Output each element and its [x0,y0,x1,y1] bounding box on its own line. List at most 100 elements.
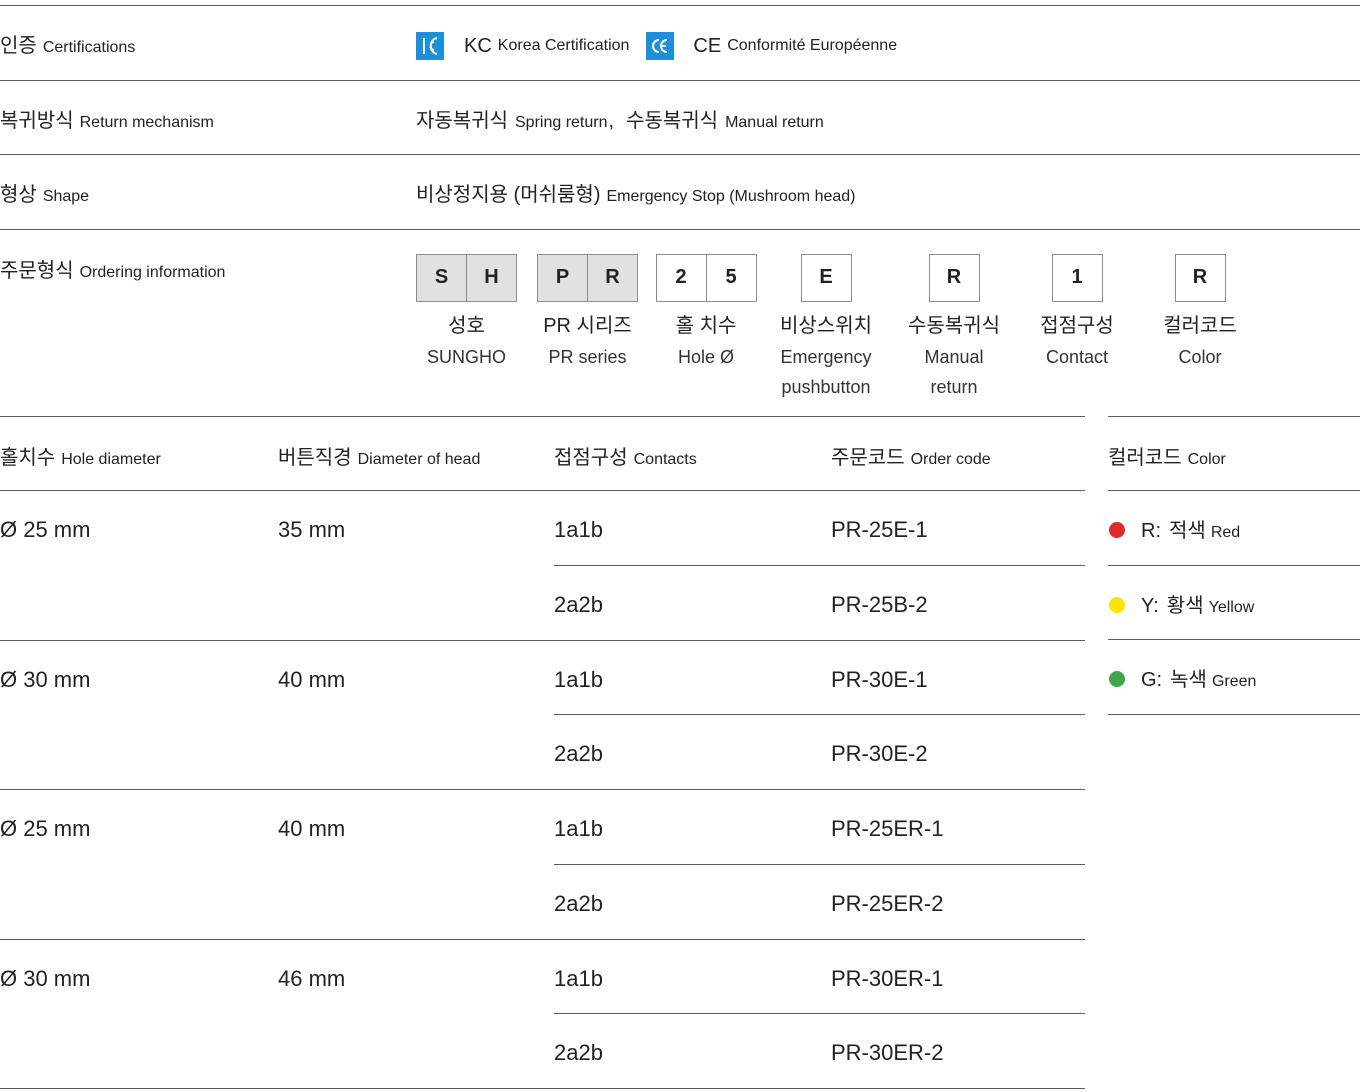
segment-label-ko: 접점구성 [1040,314,1114,337]
code-box: 2 [655,253,707,302]
color-name-ko: 황색 [1166,594,1204,617]
color-code: Y: [1141,594,1159,617]
value-en: Manual return [725,113,824,131]
variant-list: 1a1b PR-25E-1 2a2b PR-25B-2 [554,491,1085,640]
header-hole-diameter: 홀치수 Hole diameter [0,445,161,473]
segment-label-en: Emergency [780,346,872,367]
segment-label-ko: 컬러코드 [1163,314,1237,337]
header-ko: 컬러코드 [1108,447,1182,469]
spec-label-en: Shape [42,188,90,205]
value-ko: 수동복귀식 [626,109,719,132]
cert-name: Conformité Européenne [727,37,898,54]
spec-label-ko: 주문형식 [0,259,74,282]
table-row: 2a2b PR-25B-2 [554,566,1085,641]
segment-label-en: pushbutton [781,376,871,397]
segment-label-ko: 성호 [448,314,485,337]
color-name-en: Red [1210,524,1241,541]
contacts-cell: 2a2b [554,890,603,916]
order-code-cell: PR-25B-2 [831,591,928,617]
contacts-cell: 2a2b [554,741,603,766]
spec-label-en: Ordering information [79,263,226,281]
hole-diameter-cell: Ø 25 mm [0,517,91,542]
spec-row-certifications: 인증 Certifications KC Korea Certification [0,6,1360,81]
code-boxes: 1 [1007,253,1147,302]
contacts-cell: 1a1b [554,965,603,991]
table-row-group: Ø 30 mm 46 mm 1a1b PR-30ER-1 2a2b PR-30E… [0,940,1085,1089]
color-item: G: 녹색 Green [1108,667,1256,695]
code-box: R [928,253,980,302]
segment-label-en: return [930,376,978,397]
green-dot-icon [1109,671,1125,687]
spec-row-shape: 형상 Shape 비상정지용 (머쉬룸형) Emergency Stop (Mus… [0,155,1360,230]
header-ko: 버튼직경 [278,447,352,469]
value-separator: , [608,109,615,132]
variant-list: 1a1b PR-30ER-1 2a2b PR-30ER-2 [554,940,1085,1089]
variant-list: 1a1b PR-25ER-1 2a2b PR-25ER-2 [554,790,1085,939]
red-dot-icon [1109,522,1125,538]
table-row-group: Ø 30 mm 40 mm 1a1b PR-30E-1 2a2b PR-30E-… [0,641,1085,790]
head-diameter-cell: 46 mm [278,965,346,991]
order-code-cell: PR-30ER-1 [831,965,944,991]
color-table-header: 컬러코드 Color [1108,416,1360,491]
color-item: R: 적색 Red [1108,518,1240,546]
cert-name: Korea Certification [497,37,630,54]
contacts-cell: 1a1b [554,517,603,542]
code-box: P [537,253,588,302]
code-box: E [800,253,852,302]
segment-label-ko: 수동복귀식 [908,314,1000,337]
header-en: Diameter of head [357,451,481,468]
table-row: 2a2b PR-30ER-2 [554,1014,1085,1089]
color-name-ko: 적색 [1169,520,1206,542]
order-segment-return: R 수동복귀식 Manual return [884,253,1024,402]
shape-value: 비상정지용 (머쉬룸형) Emergency Stop (Mushroom he… [416,182,855,208]
table-row: 1a1b PR-30E-1 [554,641,1085,715]
segment-label-ko: 홀 치수 [675,314,737,337]
segment-label-en: Contact [1045,346,1109,367]
contacts-cell: 2a2b [554,591,603,617]
head-diameter-cell: 35 mm [278,517,346,542]
header-order-code: 주문코드 Order code [831,445,991,473]
spec-label: 복귀방식 Return mechanism [0,108,214,136]
order-segment-color: R 컬러코드 Color [1130,253,1270,372]
spec-label: 인증 Certifications [0,33,135,61]
color-code: R: [1141,520,1161,542]
color-item: Y: 황색 Yellow [1108,593,1254,621]
code-boxes: R [1130,253,1270,302]
header-color: 컬러코드 Color [1108,445,1226,473]
color-name-ko: 녹색 [1170,669,1207,691]
contacts-cell: 1a1b [554,816,603,841]
table-row: 2a2b PR-30E-2 [554,715,1085,790]
certifications-value: KC Korea Certification CE Conformité Eur… [416,27,897,65]
header-en: Order code [910,451,991,468]
segment-label-en: Hole Ø [677,346,735,367]
hole-diameter-cell: Ø 30 mm [0,666,91,692]
color-row-yellow: Y: 황색 Yellow [1108,566,1360,640]
code-box: R [587,253,638,302]
hole-diameter-cell: Ø 25 mm [0,816,91,841]
return-mechanism-value: 자동복귀식 Spring return , 수동복귀식 Manual retur… [416,108,824,134]
yellow-dot-icon [1109,596,1125,613]
table-row: 1a1b PR-25E-1 [554,491,1085,566]
cert-code: KC [464,35,492,57]
table-row: 2a2b PR-25ER-2 [554,865,1085,940]
table-header: 홀치수 Hole diameter 버튼직경 Diameter of head 접점… [0,416,1085,491]
kc-mark-icon [416,32,444,60]
spec-label-en: Certifications [42,39,136,56]
color-name-en: Green [1211,673,1257,690]
header-ko: 홀치수 [0,447,56,469]
spec-list: 인증 Certifications KC Korea Certification [0,5,1360,416]
color-row-green: G: 녹색 Green [1108,640,1360,715]
code-boxes: 2 5 [636,253,776,302]
order-code-cell: PR-25E-1 [831,517,928,542]
header-en: Color [1187,451,1226,468]
spec-label-en: Return mechanism [79,113,214,131]
color-row-red: R: 적색 Red [1108,491,1360,566]
table-row: 1a1b PR-30ER-1 [554,940,1085,1014]
code-box: S [416,253,467,302]
value-ko: 비상정지용 (머쉬룸형) [416,184,601,206]
order-code-cell: PR-30E-2 [831,741,928,766]
spec-label-ko: 복귀방식 [0,109,74,132]
code-box: R [1174,253,1226,302]
code-box: 5 [705,253,757,302]
header-ko: 접점구성 [554,447,628,469]
